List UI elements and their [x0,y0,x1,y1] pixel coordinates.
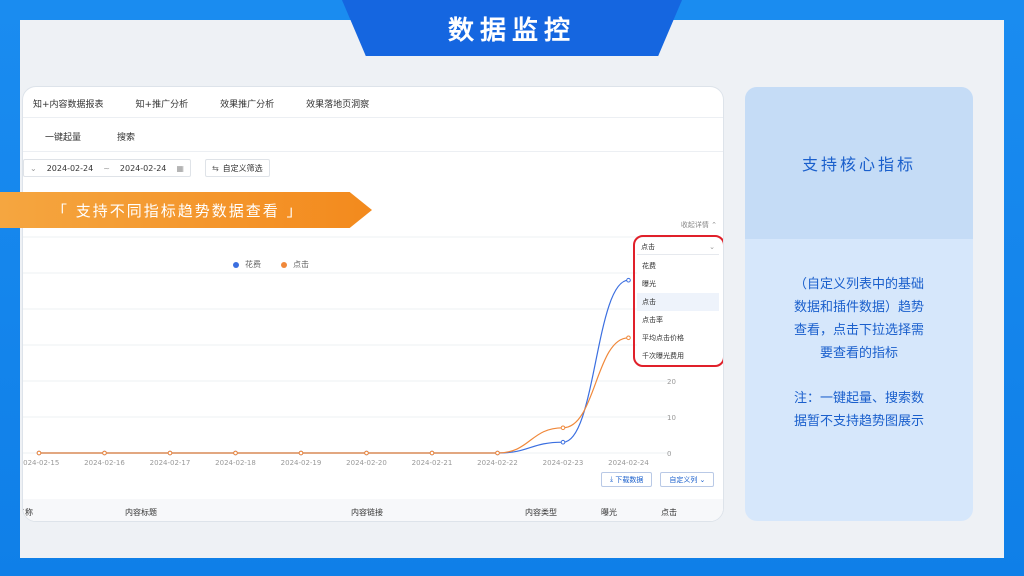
data-point [626,277,631,283]
page-title: 数据监控 [342,0,682,56]
x-tick-label: 2024-02-16 [84,459,125,467]
x-tick-label: 2024-02-21 [412,459,453,467]
download-button[interactable]: ⤓ 下载数据 [601,472,653,487]
column-header[interactable]: 内容标题 [125,507,157,518]
panel-note-line: 注：一键起量、搜索数 [793,391,924,406]
download-label: 下载数据 [615,475,644,484]
x-tick-label: 2024-02-23 [543,459,584,467]
custom-columns-button[interactable]: 自定义列 ⌄ [660,472,715,487]
panel-line: 要查看的指标 [819,346,898,361]
y-tick-label: 0 [667,450,671,458]
x-tick-label: 2024-02-19 [281,459,322,467]
series-line [39,279,629,454]
panel-note-line: 据暂不支持趋势图展示 [793,414,924,429]
x-tick-label: 2024-02-24 [608,459,649,467]
panel-heading: 支持核心指标 [745,87,973,239]
chart-actions: ⤓ 下载数据 自定义列 ⌄ [601,472,715,487]
y-tick-label: 20 [667,378,676,386]
data-point [298,450,304,456]
chevron-down-icon: ⌄ [697,475,706,484]
panel-line: 查看，点击下拉选择需 [793,323,924,338]
x-tick-label: 2024-02-15 [23,459,59,467]
table-header: 名称 内容标题 内容链接 内容类型 曝光 点击 [23,499,723,521]
info-panel: 支持核心指标 （自定义列表中的基础 数据和插件数据）趋势 查看，点击下拉选择需 … [745,87,973,521]
custom-columns-label: 自定义列 [669,475,698,484]
data-point [233,450,238,456]
x-tick-label: 2024-02-18 [215,459,256,467]
data-point [626,335,631,341]
panel-line: （自定义列表中的基础 [793,277,924,292]
data-point [429,450,435,456]
column-header[interactable]: 内容类型 [525,507,557,518]
x-tick-label: 2024-02-17 [150,459,191,467]
data-point [560,439,566,445]
series-line [39,337,629,454]
trend-chart: 0 10 20 2024-02-15 2024-02-16 2024-02-17 2024-… [23,236,676,467]
column-header[interactable]: 点击 [661,507,677,518]
y-tick-label: 10 [667,414,676,422]
feature-banner: 「 支持不同指标趋势数据查看 」 [0,192,372,228]
data-point [167,450,173,456]
panel-note: 注：一键起量、搜索数 据暂不支持趋势图展示 [763,387,955,433]
column-header[interactable]: 名称 [23,507,33,518]
column-header[interactable]: 内容链接 [351,507,383,518]
data-point [495,450,500,456]
data-point [36,450,42,456]
x-tick-label: 2024-02-20 [346,459,387,467]
data-point [560,425,566,431]
dashboard-screenshot: 知+内容数据报表 知+推广分析 效果推广分析 效果落地页洞察 一键起量 搜索 ⌄… [22,86,724,522]
x-tick-label: 2024-02-22 [477,459,518,467]
data-point [102,450,107,456]
data-point [364,450,369,456]
panel-body: （自定义列表中的基础 数据和插件数据）趋势 查看，点击下拉选择需 要查看的指标 … [745,239,973,433]
column-header[interactable]: 曝光 [601,507,617,518]
panel-line: 数据和插件数据）趋势 [793,300,924,315]
highlight-ring [633,235,723,367]
